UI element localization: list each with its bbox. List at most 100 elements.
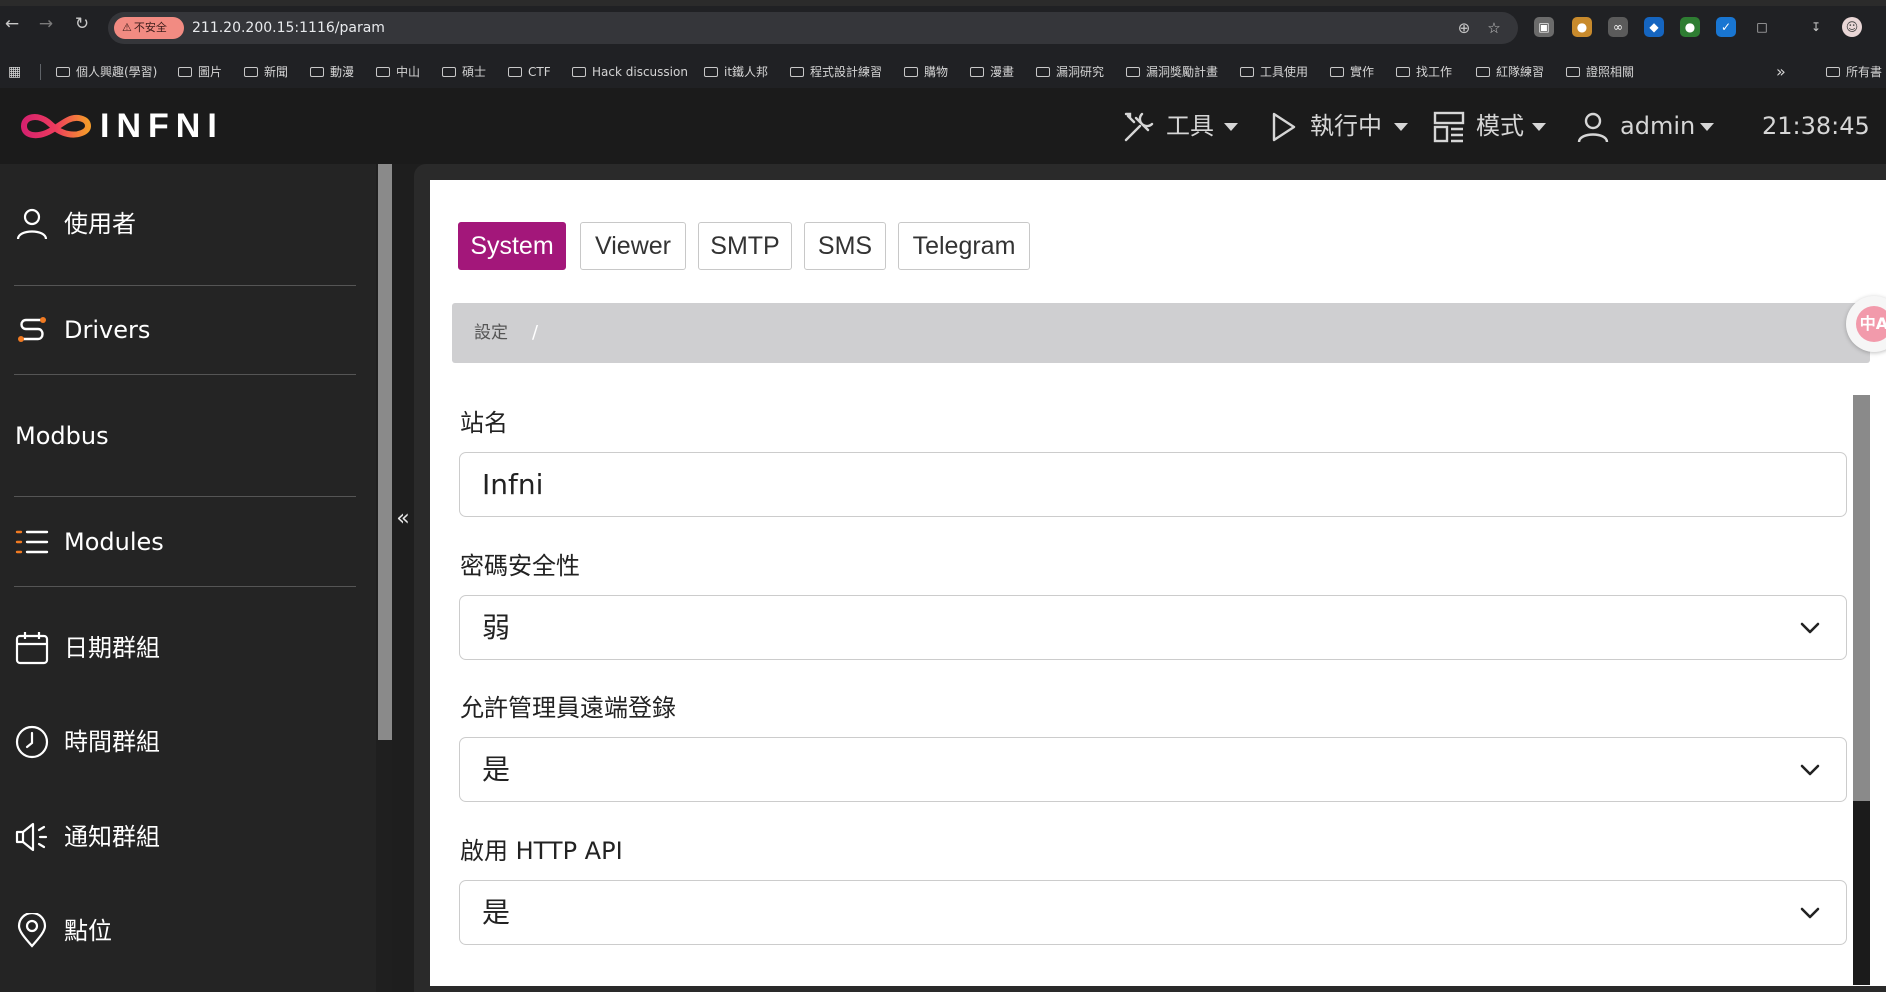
tools-menu[interactable]: 工具: [1122, 106, 1242, 146]
bookmark-folder[interactable]: 實作: [1330, 56, 1374, 88]
folder-icon: [790, 67, 804, 77]
bookmark-folder[interactable]: 購物: [904, 56, 948, 88]
insecure-badge[interactable]: ⚠ 不安全: [114, 17, 184, 39]
chevron-down-icon: [1800, 907, 1820, 919]
bookmark-folder[interactable]: 漫畫: [970, 56, 1014, 88]
sidebar-scrollbar-thumb[interactable]: [378, 164, 392, 740]
check-extension-icon[interactable]: ✓: [1716, 17, 1736, 37]
tab-telegram[interactable]: Telegram: [898, 222, 1030, 270]
tab-viewer[interactable]: Viewer: [580, 222, 686, 270]
speaker-icon: [15, 822, 48, 852]
tab-sms[interactable]: SMS: [804, 222, 886, 270]
zoom-icon[interactable]: ⊕: [1454, 18, 1474, 38]
bookmark-folder[interactable]: 個人興趣(學習): [56, 56, 157, 88]
sidebar-divider: [14, 496, 356, 497]
logo-text: INFNI: [100, 107, 224, 145]
extension-icon[interactable]: ▣: [1534, 17, 1554, 37]
bookmark-folder[interactable]: 找工作: [1396, 56, 1452, 88]
folder-icon: [1036, 67, 1050, 77]
reload-icon[interactable]: ↻: [72, 14, 92, 34]
sidebar-item-label: 日期群組: [64, 634, 160, 662]
chevron-down-icon: [1224, 123, 1238, 131]
sidebar-item-points[interactable]: 點位: [0, 901, 376, 961]
tab-smtp[interactable]: SMTP: [698, 222, 792, 270]
gem-extension-icon[interactable]: ◆: [1644, 17, 1664, 37]
sidebar-item-modules[interactable]: Modules: [0, 512, 376, 572]
address-bar[interactable]: ⚠ 不安全 211.20.200.15:1116/param ⊕ ☆: [108, 12, 1518, 44]
tools-icon: [1124, 112, 1154, 142]
bookmark-folder[interactable]: CTF: [508, 56, 551, 88]
chevron-down-icon: [1800, 622, 1820, 634]
mode-menu[interactable]: 模式: [1432, 106, 1562, 146]
bookmark-folder[interactable]: 紅隊練習: [1476, 56, 1544, 88]
bookmark-folder[interactable]: it鐵人邦: [704, 56, 768, 88]
bookmark-folder[interactable]: 圖片: [178, 56, 222, 88]
user-menu[interactable]: admin: [1576, 106, 1726, 146]
sidebar-item-users[interactable]: 使用者: [0, 194, 376, 254]
user-icon: [16, 208, 48, 240]
cookie-extension-icon[interactable]: ●: [1572, 17, 1592, 37]
sidebar-divider: [14, 586, 356, 587]
clock: 21:38:45: [1762, 112, 1870, 140]
running-menu[interactable]: 執行中: [1266, 106, 1416, 146]
profile-avatar[interactable]: ☺: [1842, 17, 1862, 37]
station-name-input[interactable]: Infni: [459, 452, 1847, 517]
password-strength-select[interactable]: 弱: [459, 595, 1847, 660]
sidebar-item-drivers[interactable]: Drivers: [0, 300, 376, 360]
http-api-select[interactable]: 是: [459, 880, 1847, 945]
sidebar-item-modbus[interactable]: Modbus: [0, 406, 376, 466]
sidebar-item-label: 點位: [64, 917, 112, 945]
station-name-value: Infni: [482, 468, 544, 501]
infinity-logo-icon: [20, 114, 92, 139]
bookmark-folder[interactable]: 動漫: [310, 56, 354, 88]
bookmark-folder[interactable]: Hack discussion: [572, 56, 688, 88]
bookmark-folder[interactable]: 碩士: [442, 56, 486, 88]
apps-icon[interactable]: ▦: [8, 56, 21, 88]
folder-icon: [376, 67, 390, 77]
folder-icon: [310, 67, 324, 77]
bookmark-folder[interactable]: 程式設計練習: [790, 56, 882, 88]
mode-menu-label: 模式: [1476, 112, 1524, 140]
folder-icon: [572, 67, 586, 77]
all-bookmarks-folder[interactable]: 所有書: [1826, 56, 1882, 88]
url-text[interactable]: 211.20.200.15:1116/param: [192, 12, 385, 44]
collapse-sidebar-icon[interactable]: «: [392, 504, 414, 534]
bookmarks-bar: ▦ 個人興趣(學習) 圖片 新聞 動漫 中山 碩士 CTF Hack discu…: [0, 56, 1886, 88]
main-scrollbar-thumb[interactable]: [1853, 395, 1870, 801]
folder-icon: [904, 67, 918, 77]
forward-icon[interactable]: →: [36, 14, 56, 34]
folder-icon: [508, 67, 522, 77]
logo[interactable]: INFNI: [20, 106, 217, 146]
folder-icon: [442, 67, 456, 77]
password-strength-value: 弱: [482, 611, 511, 644]
warning-icon: ⚠: [122, 21, 132, 34]
bookmarks-overflow-icon[interactable]: »: [1776, 56, 1786, 88]
browser-toolbar: ← → ↻ ⚠ 不安全 211.20.200.15:1116/param ⊕ ☆ …: [0, 0, 1886, 56]
sidebar-item-label: 通知群組: [64, 823, 160, 851]
back-icon[interactable]: ←: [2, 14, 22, 34]
puzzle-icon[interactable]: □: [1752, 17, 1772, 37]
leaf-extension-icon[interactable]: ●: [1680, 17, 1700, 37]
bookmark-folder[interactable]: 漏洞研究: [1036, 56, 1104, 88]
clock-icon: [15, 725, 49, 759]
sidebar-item-notify-groups[interactable]: 通知群組: [0, 807, 376, 867]
sidebar-item-time-groups[interactable]: 時間群組: [0, 712, 376, 772]
glasses-extension-icon[interactable]: ∞: [1608, 17, 1628, 37]
bookmark-folder[interactable]: 證照相關: [1566, 56, 1634, 88]
folder-icon: [1396, 67, 1410, 77]
bookmark-folder[interactable]: 新聞: [244, 56, 288, 88]
bookmark-folder[interactable]: 漏洞獎勵計畫: [1126, 56, 1218, 88]
bookmark-folder[interactable]: 工具使用: [1240, 56, 1308, 88]
bookmark-folder[interactable]: 中山: [376, 56, 420, 88]
folder-icon: [1566, 67, 1580, 77]
tab-system[interactable]: System: [458, 222, 566, 270]
folder-icon: [244, 67, 258, 77]
sidebar-item-date-groups[interactable]: 日期群組: [0, 618, 376, 678]
admin-remote-login-select[interactable]: 是: [459, 737, 1847, 802]
download-icon[interactable]: ↧: [1806, 17, 1826, 37]
breadcrumb-settings[interactable]: 設定: [474, 303, 508, 363]
list-icon: [15, 530, 49, 554]
user-menu-label: admin: [1620, 112, 1696, 140]
star-icon[interactable]: ☆: [1484, 18, 1504, 38]
admin-remote-login-label: 允許管理員遠端登錄: [460, 694, 676, 722]
